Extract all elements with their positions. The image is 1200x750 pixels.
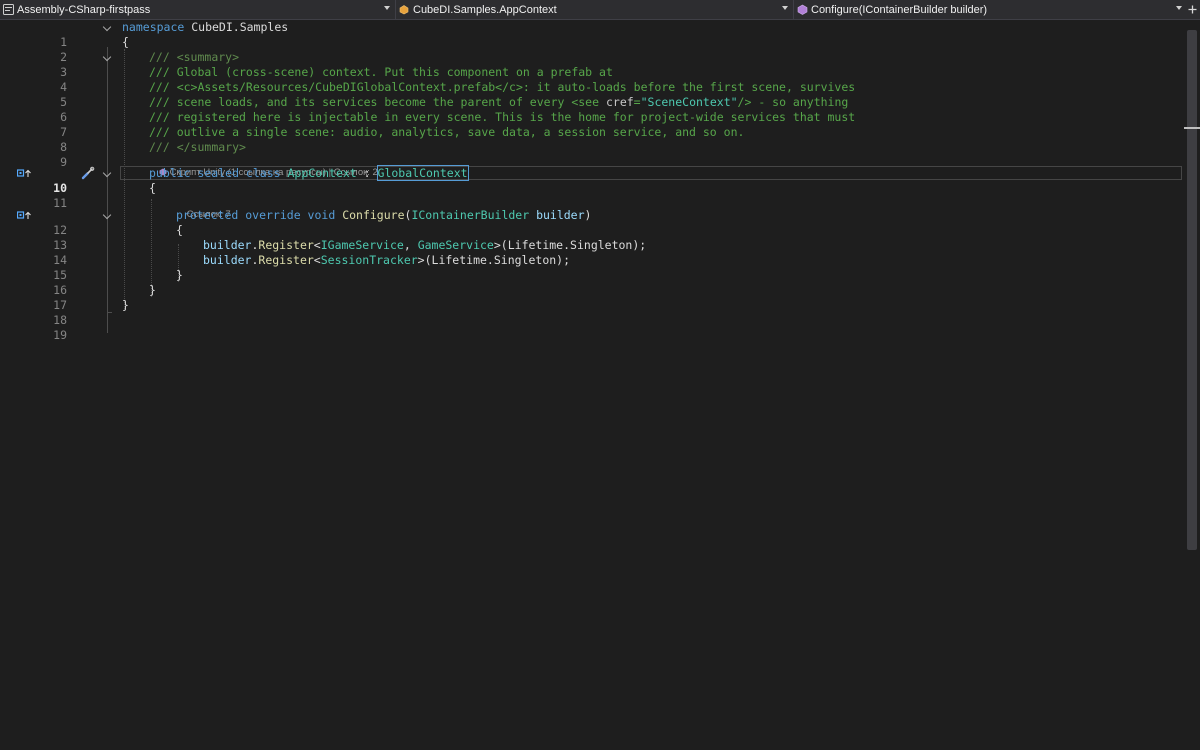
doc-comment-text: /// outlive a single scene: audio, analy… <box>149 125 745 139</box>
parameter-type: IContainerBuilder <box>411 208 530 222</box>
add-split-button[interactable] <box>1187 2 1198 17</box>
angle-token: < <box>313 253 321 267</box>
angle-token: >( <box>493 238 508 252</box>
code-line: 16 } <box>0 268 1184 297</box>
code-line: 19 <box>0 313 1184 342</box>
paren-token: ) <box>584 208 592 222</box>
dot-token: . <box>486 253 494 267</box>
type-argument: SessionTracker <box>320 253 418 267</box>
end-token: ); <box>632 238 647 252</box>
code-line: 2 { <box>0 35 1184 64</box>
comma-token: , <box>403 238 418 252</box>
brace-token: { <box>176 223 183 237</box>
project-dropdown[interactable]: Assembly-CSharp-firstpass <box>0 0 394 19</box>
brace-token: { <box>149 181 156 195</box>
doc-comment-tag: <summary> <box>176 50 240 64</box>
colon-token: : <box>356 166 378 180</box>
doc-comment-text: = <box>633 95 641 109</box>
enum-member: Singleton <box>493 253 557 267</box>
method-call: Register <box>258 253 314 267</box>
code-line: 3 /// <summary> <box>0 50 1184 79</box>
code-line: 13 { <box>0 223 1184 252</box>
chevron-down-icon <box>782 6 788 10</box>
code-line: 7 /// registered here is injectable in e… <box>0 110 1184 139</box>
type-argument: GameService <box>417 238 494 252</box>
method-name: Configure <box>342 208 405 222</box>
keyword-token: namespace <box>122 20 185 34</box>
code-line: 10 public sealed class AppContext : Glob… <box>0 165 1184 195</box>
code-line: 1 namespace CubeDI.Samples <box>0 20 1184 49</box>
type-argument: IGameService <box>320 238 404 252</box>
navigation-bar: Assembly-CSharp-firstpass CubeDI.Samples… <box>0 0 1200 20</box>
angle-token: >( <box>417 253 432 267</box>
keyword-token: public sealed class <box>149 166 281 180</box>
doc-comment-text: /// scene loads, and its services become… <box>149 95 606 109</box>
csharp-project-icon <box>3 4 14 15</box>
code-line: 12 protected override void Configure(ICo… <box>0 208 1184 237</box>
enum-type: Lifetime <box>431 253 487 267</box>
code-line: 17 } <box>0 283 1184 312</box>
code-line: 9 /// </summary> <box>0 140 1184 169</box>
brace-token: } <box>122 298 129 312</box>
enum-type: Lifetime <box>507 238 564 252</box>
line-number: 19 <box>53 328 67 342</box>
type-dropdown-label: CubeDI.Samples.AppContext <box>413 3 557 16</box>
variable-token: builder <box>203 253 252 267</box>
doc-comment-marker: /// <box>149 50 177 64</box>
dot-token: . <box>563 238 571 252</box>
method-icon <box>797 4 808 15</box>
fold-toggle[interactable] <box>102 210 112 220</box>
fold-toggle[interactable] <box>102 52 112 62</box>
parameter-name: builder <box>529 208 585 222</box>
doc-comment-text: /// Global (cross-scene) context. Put th… <box>149 65 613 79</box>
doc-comment-value: "SceneContext" <box>640 95 738 109</box>
brace-token: { <box>122 35 129 49</box>
doc-comment-tag: </summary> <box>176 140 246 154</box>
member-dropdown[interactable]: Configure(IContainerBuilder builder) <box>793 0 1186 19</box>
doc-comment-text: /// <c>Assets/Resources/CubeDIGlobalCont… <box>149 80 856 94</box>
type-dropdown[interactable]: CubeDI.Samples.AppContext <box>395 0 792 19</box>
end-token: ); <box>556 253 571 267</box>
doc-comment-text: /// registered here is injectable in eve… <box>149 110 856 124</box>
code-line: 18 } <box>0 298 1184 327</box>
scrollbar-caret-marker <box>1184 127 1200 129</box>
doc-comment-marker: /// <box>149 140 177 154</box>
doc-comment-text: /> - so anything <box>737 95 849 109</box>
brace-token: } <box>149 283 156 297</box>
brace-token: } <box>176 268 183 282</box>
class-name: AppContext <box>287 166 357 180</box>
code-line: 8 /// outlive a single scene: audio, ana… <box>0 125 1184 154</box>
base-class-name[interactable]: GlobalContext <box>376 165 469 181</box>
code-line: 4 /// Global (cross-scene) context. Put … <box>0 65 1184 94</box>
add-split-icon <box>1188 5 1197 14</box>
variable-token: builder <box>203 238 252 252</box>
fold-toggle[interactable] <box>102 168 112 178</box>
code-line: 15 builder.Register<SessionTracker>(Life… <box>0 253 1184 282</box>
code-line: 11 { <box>0 181 1184 210</box>
member-dropdown-label: Configure(IContainerBuilder builder) <box>811 3 988 16</box>
code-line: 14 builder.Register<IGameService, GameSe… <box>0 238 1184 267</box>
project-dropdown-label: Assembly-CSharp-firstpass <box>17 3 151 16</box>
vertical-scrollbar[interactable] <box>1184 20 1200 750</box>
code-editor[interactable]: Скрипт Unity (1 ссылка на ресурсы) | Ссы… <box>0 20 1184 750</box>
code-line: 5 /// <c>Assets/Resources/CubeDIGlobalCo… <box>0 80 1184 109</box>
doc-comment-attribute: cref <box>605 95 634 109</box>
code-line: 6 /// scene loads, and its services beco… <box>0 95 1184 124</box>
chevron-down-icon <box>384 6 390 10</box>
class-icon <box>399 5 409 15</box>
keyword-token: protected override void <box>176 208 336 222</box>
enum-member: Singleton <box>570 238 633 252</box>
chevron-down-icon <box>1176 6 1182 10</box>
angle-token: < <box>313 238 321 252</box>
scrollbar-thumb[interactable] <box>1187 30 1197 550</box>
method-call: Register <box>258 238 314 252</box>
namespace-name: CubeDI.Samples <box>184 20 289 34</box>
fold-toggle[interactable] <box>102 22 112 32</box>
